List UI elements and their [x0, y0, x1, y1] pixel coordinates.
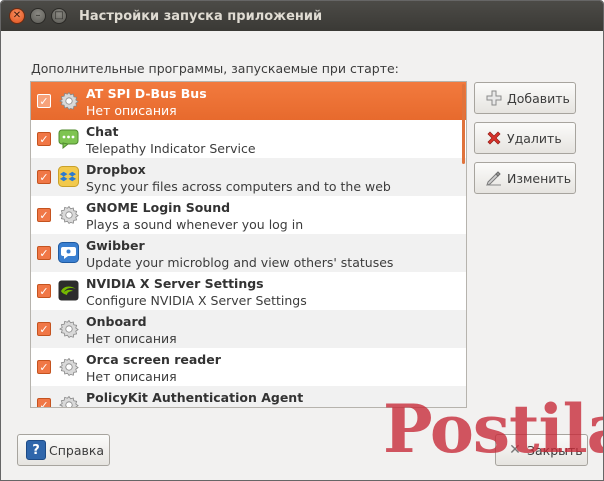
- gear-icon: [58, 204, 79, 225]
- edit-icon: [485, 169, 503, 187]
- startup-applications-window: ✕ – □ Настройки запуска приложений Допол…: [0, 0, 604, 481]
- delete-icon: [485, 129, 503, 147]
- help-button[interactable]: ? Справка: [17, 434, 110, 466]
- item-description: Update your microblog and view others' s…: [86, 255, 394, 270]
- enable-checkbox[interactable]: ✓: [37, 170, 51, 184]
- startup-programs-list[interactable]: ✓ AT SPI D-Bus Bus Нет описания ✓ Chat T…: [30, 81, 467, 408]
- list-item[interactable]: ✓ GNOME Login Sound Plays a sound whenev…: [31, 196, 466, 234]
- list-label: Дополнительные программы, запускаемые пр…: [31, 61, 399, 76]
- item-description: Нет описания: [86, 103, 177, 118]
- window-close-button[interactable]: ✕: [9, 8, 25, 24]
- list-item[interactable]: ✓ Orca screen reader Нет описания: [31, 348, 466, 386]
- item-description: Telepathy Indicator Service: [86, 141, 256, 156]
- enable-checkbox[interactable]: ✓: [37, 284, 51, 298]
- window-title: Настройки запуска приложений: [79, 9, 323, 24]
- gear-icon: [58, 318, 79, 339]
- list-item[interactable]: ✓ Onboard Нет описания: [31, 310, 466, 348]
- item-name: Chat: [86, 124, 119, 139]
- item-description: Sync your files across computers and to …: [86, 179, 391, 194]
- list-item[interactable]: ✓ PolicyKit Authentication Agent: [31, 386, 466, 407]
- list-item[interactable]: ✓ AT SPI D-Bus Bus Нет описания: [31, 82, 466, 120]
- gear-icon: [58, 394, 79, 407]
- title-bar[interactable]: ✕ – □ Настройки запуска приложений: [1, 1, 603, 31]
- add-button[interactable]: Добавить: [474, 82, 576, 114]
- item-name: Onboard: [86, 314, 147, 329]
- enable-checkbox[interactable]: ✓: [37, 94, 51, 108]
- minimize-icon: –: [35, 10, 41, 21]
- add-button-label: Добавить: [507, 90, 570, 106]
- item-description: Нет описания: [86, 369, 177, 384]
- window-maximize-button[interactable]: □: [51, 8, 67, 24]
- list-item[interactable]: ✓ Dropbox Sync your files across compute…: [31, 158, 466, 196]
- remove-button-label: Удалить: [507, 130, 562, 146]
- list-item[interactable]: ✓ Chat Telepathy Indicator Service: [31, 120, 466, 158]
- edit-button[interactable]: Изменить: [474, 162, 576, 194]
- item-description: Plays a sound whenever you log in: [86, 217, 304, 232]
- close-button-label: Закрыть: [527, 442, 583, 458]
- item-name: AT SPI D-Bus Bus: [86, 86, 207, 101]
- close-icon: ✕: [12, 10, 22, 21]
- dropbox-icon: [58, 166, 79, 187]
- enable-checkbox[interactable]: ✓: [37, 398, 51, 407]
- item-name: Gwibber: [86, 238, 145, 253]
- plus-icon: [485, 89, 503, 107]
- close-button[interactable]: ✕ Закрыть: [495, 434, 588, 466]
- item-name: NVIDIA X Server Settings: [86, 276, 264, 291]
- enable-checkbox[interactable]: ✓: [37, 360, 51, 374]
- list-item[interactable]: ✓ Gwibber Update your microblog and view…: [31, 234, 466, 272]
- item-description: Configure NVIDIA X Server Settings: [86, 293, 307, 308]
- scrollbar[interactable]: [462, 84, 465, 164]
- enable-checkbox[interactable]: ✓: [37, 132, 51, 146]
- window-minimize-button[interactable]: –: [30, 8, 46, 24]
- gwibber-icon: [58, 242, 79, 263]
- gear-icon: [58, 90, 79, 111]
- remove-button[interactable]: Удалить: [474, 122, 576, 154]
- item-description: Нет описания: [86, 331, 177, 346]
- close-icon: ✕: [509, 442, 521, 458]
- maximize-icon: □: [54, 10, 64, 21]
- gear-icon: [58, 356, 79, 377]
- help-button-label: Справка: [49, 442, 105, 458]
- item-name: Dropbox: [86, 162, 146, 177]
- enable-checkbox[interactable]: ✓: [37, 208, 51, 222]
- item-name: GNOME Login Sound: [86, 200, 231, 215]
- item-name: Orca screen reader: [86, 352, 221, 367]
- item-name: PolicyKit Authentication Agent: [86, 390, 304, 405]
- list-item[interactable]: ✓ NVIDIA X Server Settings Configure NVI…: [31, 272, 466, 310]
- enable-checkbox[interactable]: ✓: [37, 246, 51, 260]
- edit-button-label: Изменить: [507, 170, 572, 186]
- chat-bubble-icon: [58, 128, 79, 149]
- nvidia-icon: [58, 280, 79, 301]
- help-icon: ?: [26, 440, 46, 460]
- enable-checkbox[interactable]: ✓: [37, 322, 51, 336]
